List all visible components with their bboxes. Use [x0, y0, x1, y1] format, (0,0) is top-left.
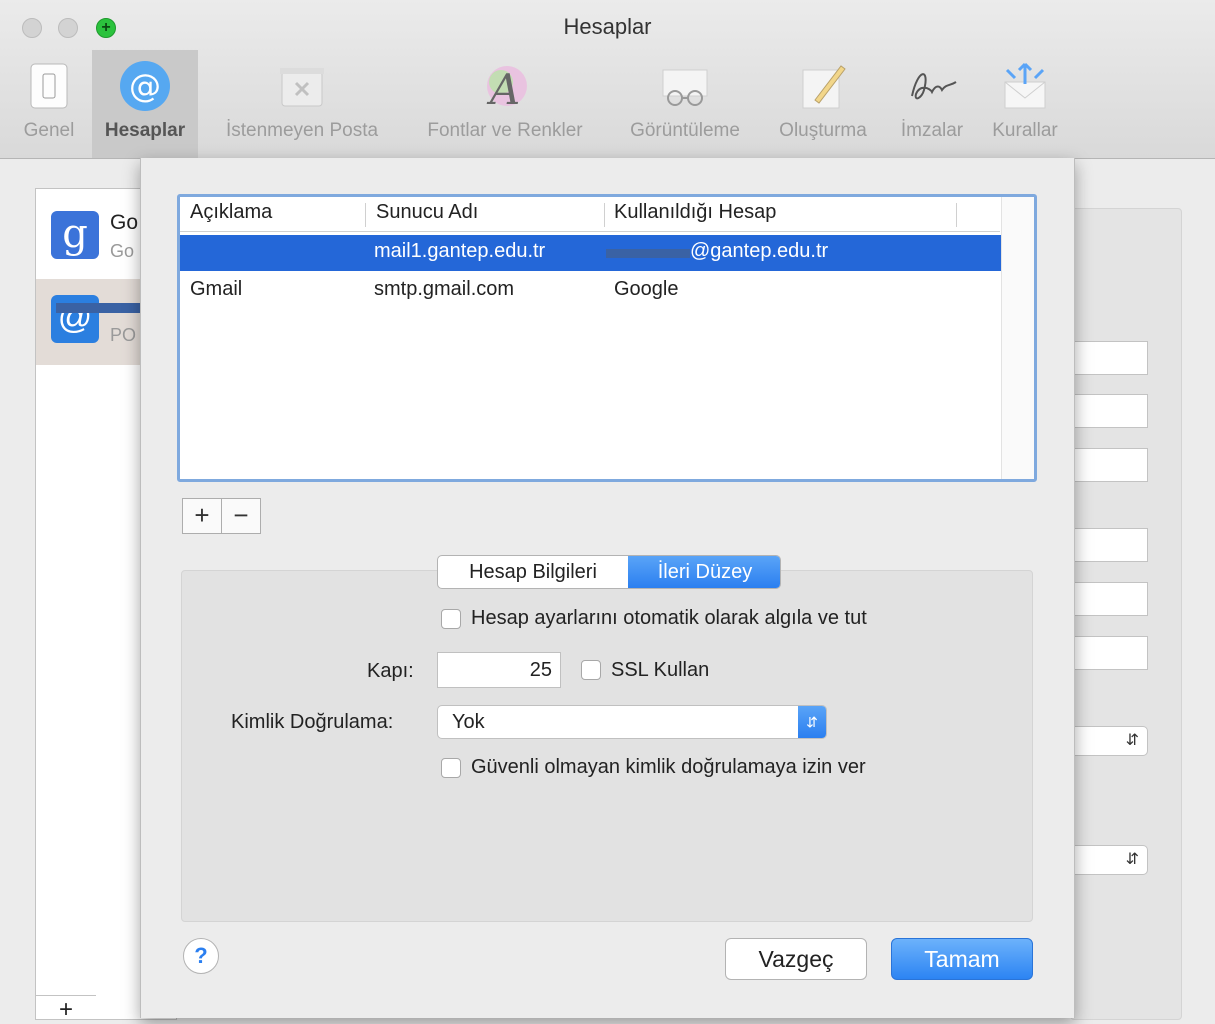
background-field	[1070, 394, 1148, 428]
toolbar-label: Görüntüleme	[630, 120, 740, 141]
window-toolbar: + Hesaplar Genel @ Hesaplar İstenmeyen P…	[0, 0, 1215, 159]
toolbar-item-fontlar-ve-renkler[interactable]: A Fontlar ve Renkler	[406, 50, 604, 158]
toolbar-label: Kurallar	[992, 120, 1058, 141]
port-label: Kapı:	[367, 660, 414, 682]
auto-detect-label: Hesap ayarlarını otomatik olarak algıla …	[471, 607, 867, 629]
cell-description: Gmail	[190, 278, 243, 300]
font-color-icon: A	[486, 65, 527, 114]
table-row[interactable]: Gmail smtp.gmail.com Google	[180, 273, 1001, 309]
insecure-auth-label: Güvenli olmayan kimlik doğrulamaya izin …	[471, 756, 866, 778]
svg-text:@: @	[129, 67, 161, 105]
background-select: ⇵	[1070, 726, 1148, 756]
add-server-button[interactable]: +	[182, 498, 222, 534]
port-input[interactable]	[437, 652, 561, 688]
table-row-selected[interactable]: mail1.gantep.edu.tr @gantep.edu.tr	[180, 235, 1001, 271]
auth-label: Kimlik Doğrulama:	[231, 711, 394, 733]
cell-server: smtp.gmail.com	[374, 278, 515, 300]
add-account-button[interactable]: +	[36, 995, 96, 1023]
background-field	[1070, 636, 1148, 670]
header-divider	[180, 231, 1000, 232]
toolbar-label: Genel	[23, 120, 75, 141]
ssl-label: SSL Kullan	[611, 659, 710, 681]
select-stepper-icon: ⇵	[798, 706, 826, 738]
svg-text:A: A	[486, 65, 520, 114]
auth-select-value: Yok	[452, 711, 485, 733]
at-sign-icon: @	[120, 61, 170, 111]
redacted-username	[606, 249, 690, 258]
insecure-auth-checkbox[interactable]	[441, 758, 461, 778]
auto-detect-checkbox[interactable]	[441, 609, 461, 629]
background-field	[1070, 448, 1148, 482]
window-title: Hesaplar	[563, 14, 652, 39]
google-icon: g	[51, 211, 99, 259]
junk-trash-icon	[280, 68, 324, 107]
glasses-icon	[662, 69, 708, 106]
cell-account: @gantep.edu.tr	[690, 240, 829, 262]
background-field	[1070, 341, 1148, 375]
column-divider	[604, 203, 605, 227]
settings-tab-control: Hesap Bilgileri İleri Düzey	[437, 555, 781, 589]
column-divider	[956, 203, 957, 227]
column-divider	[365, 203, 366, 227]
general-switch-icon	[30, 63, 68, 109]
toolbar-label: Oluşturma	[779, 120, 867, 141]
toolbar-label: Fontlar ve Renkler	[427, 120, 583, 141]
background-select: ⇵	[1070, 845, 1148, 875]
cell-account: Google	[614, 278, 679, 300]
toolbar-item-kurallar[interactable]: Kurallar	[980, 50, 1070, 158]
toolbar-label: Hesaplar	[104, 120, 186, 141]
smtp-server-sheet: Açıklama Sunucu Adı Kullanıldığı Hesap m…	[140, 158, 1075, 1018]
cancel-button[interactable]: Vazgeç	[725, 938, 867, 980]
column-header-sunucu-adi[interactable]: Sunucu Adı	[376, 201, 478, 224]
account-name: Go	[110, 211, 139, 234]
rules-envelope-icon	[1004, 62, 1046, 109]
toolbar-label: İmzalar	[900, 120, 964, 141]
ssl-checkbox[interactable]	[581, 660, 601, 680]
account-type: PO	[110, 325, 137, 345]
background-field	[1070, 528, 1148, 562]
help-button[interactable]: ?	[183, 938, 219, 974]
table-scroll-area[interactable]	[1001, 197, 1034, 479]
account-type: Go	[110, 241, 135, 261]
auth-select[interactable]: Yok ⇵	[437, 705, 827, 739]
column-header-aciklama[interactable]: Açıklama	[190, 201, 272, 224]
tab-hesap-bilgileri[interactable]: Hesap Bilgileri	[438, 556, 628, 588]
pencil-icon	[802, 65, 846, 109]
toolbar-item-genel[interactable]: Genel	[14, 50, 84, 158]
toolbar-item-istenmeyen-posta[interactable]: İstenmeyen Posta	[206, 50, 398, 158]
remove-server-button[interactable]: −	[221, 498, 261, 534]
cell-server: mail1.gantep.edu.tr	[374, 240, 546, 262]
toolbar-item-hesaplar[interactable]: @ Hesaplar	[92, 50, 198, 158]
smtp-server-table[interactable]: Açıklama Sunucu Adı Kullanıldığı Hesap m…	[177, 194, 1037, 482]
toolbar-item-olusturma[interactable]: Oluşturma	[764, 50, 882, 158]
toolbar-label: İstenmeyen Posta	[225, 120, 379, 141]
toolbar-item-goruntuleme[interactable]: Görüntüleme	[612, 50, 758, 158]
column-header-kullanildigi-hesap[interactable]: Kullanıldığı Hesap	[614, 201, 776, 224]
background-field	[1070, 582, 1148, 616]
ok-button[interactable]: Tamam	[891, 938, 1033, 980]
tab-ileri-duzey[interactable]: İleri Düzey	[628, 556, 780, 588]
toolbar-item-imzalar[interactable]: İmzalar	[888, 50, 976, 158]
signature-icon	[911, 73, 957, 100]
